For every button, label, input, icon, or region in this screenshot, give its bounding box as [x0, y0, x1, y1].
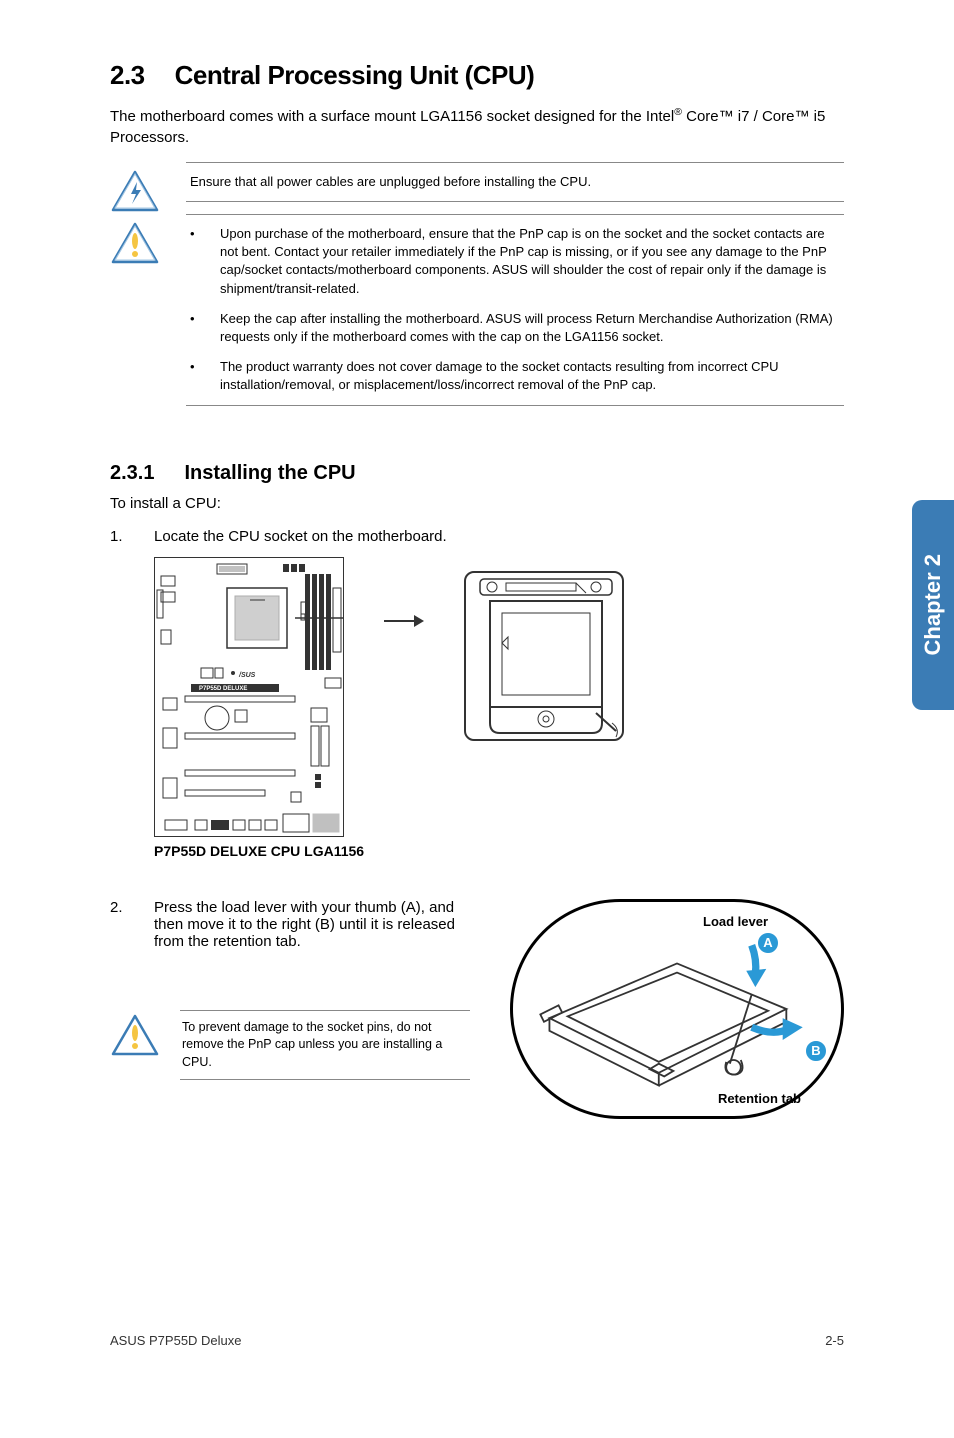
step-2: 2. Press the load lever with your thumb … — [110, 899, 470, 950]
caution-icon-col — [110, 214, 160, 264]
chapter-side-tab-text: Chapter 2 — [920, 554, 946, 655]
caution-text-1: Keep the cap after installing the mother… — [220, 310, 840, 346]
step-1: 1. Locate the CPU socket on the motherbo… — [110, 528, 844, 545]
caution-bullet-item: • The product warranty does not cover da… — [190, 358, 840, 394]
exclamation-triangle-icon — [111, 222, 159, 264]
caution-text-2: The product warranty does not cover dama… — [220, 358, 840, 394]
mini-caution-callout: To prevent damage to the socket pins, do… — [110, 1010, 470, 1081]
cpu-socket-svg — [466, 573, 626, 743]
section-number: 2.3 — [110, 60, 145, 90]
step-2-left-col: 2. Press the load lever with your thumb … — [110, 899, 470, 1081]
board-model-label: P7P55D DELUXE — [199, 686, 247, 692]
subsection-heading: 2.3.1 Installing the CPU — [110, 462, 844, 485]
motherboard-diagram-row: /SUS P7P55D DELUXE — [154, 557, 844, 837]
arrow-right-b — [752, 1018, 803, 1040]
danger-note-body: Ensure that all power cables are unplugg… — [186, 162, 844, 202]
page-footer: ASUS P7P55D Deluxe 2-5 — [110, 1333, 844, 1348]
danger-callout: Ensure that all power cables are unplugg… — [110, 162, 844, 212]
step-1-text: Locate the CPU socket on the motherboard… — [154, 528, 447, 545]
caution-callout: • Upon purchase of the motherboard, ensu… — [110, 214, 844, 406]
mini-caution-icon-col — [110, 1010, 160, 1056]
danger-note-text: Ensure that all power cables are unplugg… — [190, 174, 591, 189]
label-a: A — [757, 932, 779, 954]
section-heading: 2.3 Central Processing Unit (CPU) — [110, 60, 844, 91]
subsection-title-text: Installing the CPU — [184, 462, 355, 484]
install-intro: To install a CPU: — [110, 495, 844, 512]
footer-right: 2-5 — [825, 1333, 844, 1348]
step-2-text: Press the load lever with your thumb (A)… — [154, 899, 470, 950]
caution-bullet-item: • Upon purchase of the motherboard, ensu… — [190, 225, 840, 298]
bullet-dot: • — [190, 225, 196, 298]
label-b: B — [805, 1040, 827, 1062]
footer-left: ASUS P7P55D Deluxe — [110, 1333, 242, 1348]
section-title-text: Central Processing Unit (CPU) — [175, 60, 535, 90]
subsection-number: 2.3.1 — [110, 462, 154, 484]
mini-caution-text: To prevent damage to the socket pins, do… — [182, 1020, 442, 1069]
motherboard-outline-diagram: /SUS P7P55D DELUXE — [154, 557, 344, 837]
caution-note-body: • Upon purchase of the motherboard, ensu… — [186, 214, 844, 406]
cpu-socket-detail-diagram — [464, 571, 624, 741]
mini-caution-body: To prevent damage to the socket pins, do… — [180, 1010, 470, 1081]
retention-tab-label: Retention tab — [718, 1091, 801, 1106]
caution-text-0: Upon purchase of the motherboard, ensure… — [220, 225, 840, 298]
load-lever-diagram: Load lever Retention tab A B — [510, 899, 844, 1119]
caution-bullet-list: • Upon purchase of the motherboard, ensu… — [190, 225, 840, 395]
chapter-side-tab: Chapter 2 — [912, 500, 954, 710]
caution-bullet-item: • Keep the cap after installing the moth… — [190, 310, 840, 346]
step-1-number: 1. — [110, 528, 126, 545]
diagram-caption: P7P55D DELUXE CPU LGA1156 — [154, 843, 844, 859]
bullet-dot: • — [190, 358, 196, 394]
load-lever-label: Load lever — [703, 914, 768, 929]
danger-icon-col — [110, 162, 160, 212]
step-2-number: 2. — [110, 899, 126, 950]
intro-text-1: The motherboard comes with a surface mou… — [110, 108, 674, 125]
exclamation-triangle-icon — [111, 1014, 159, 1056]
lightning-triangle-icon — [111, 170, 159, 212]
motherboard-svg: /SUS P7P55D DELUXE — [155, 558, 345, 838]
load-lever-svg — [513, 902, 841, 1116]
step-2-row: 2. Press the load lever with your thumb … — [110, 899, 844, 1119]
arrow-right-icon — [384, 601, 424, 641]
registered-symbol: ® — [674, 106, 682, 118]
bullet-dot: • — [190, 310, 196, 346]
svg-text:/SUS: /SUS — [238, 672, 256, 679]
intro-paragraph: The motherboard comes with a surface mou… — [110, 105, 844, 148]
